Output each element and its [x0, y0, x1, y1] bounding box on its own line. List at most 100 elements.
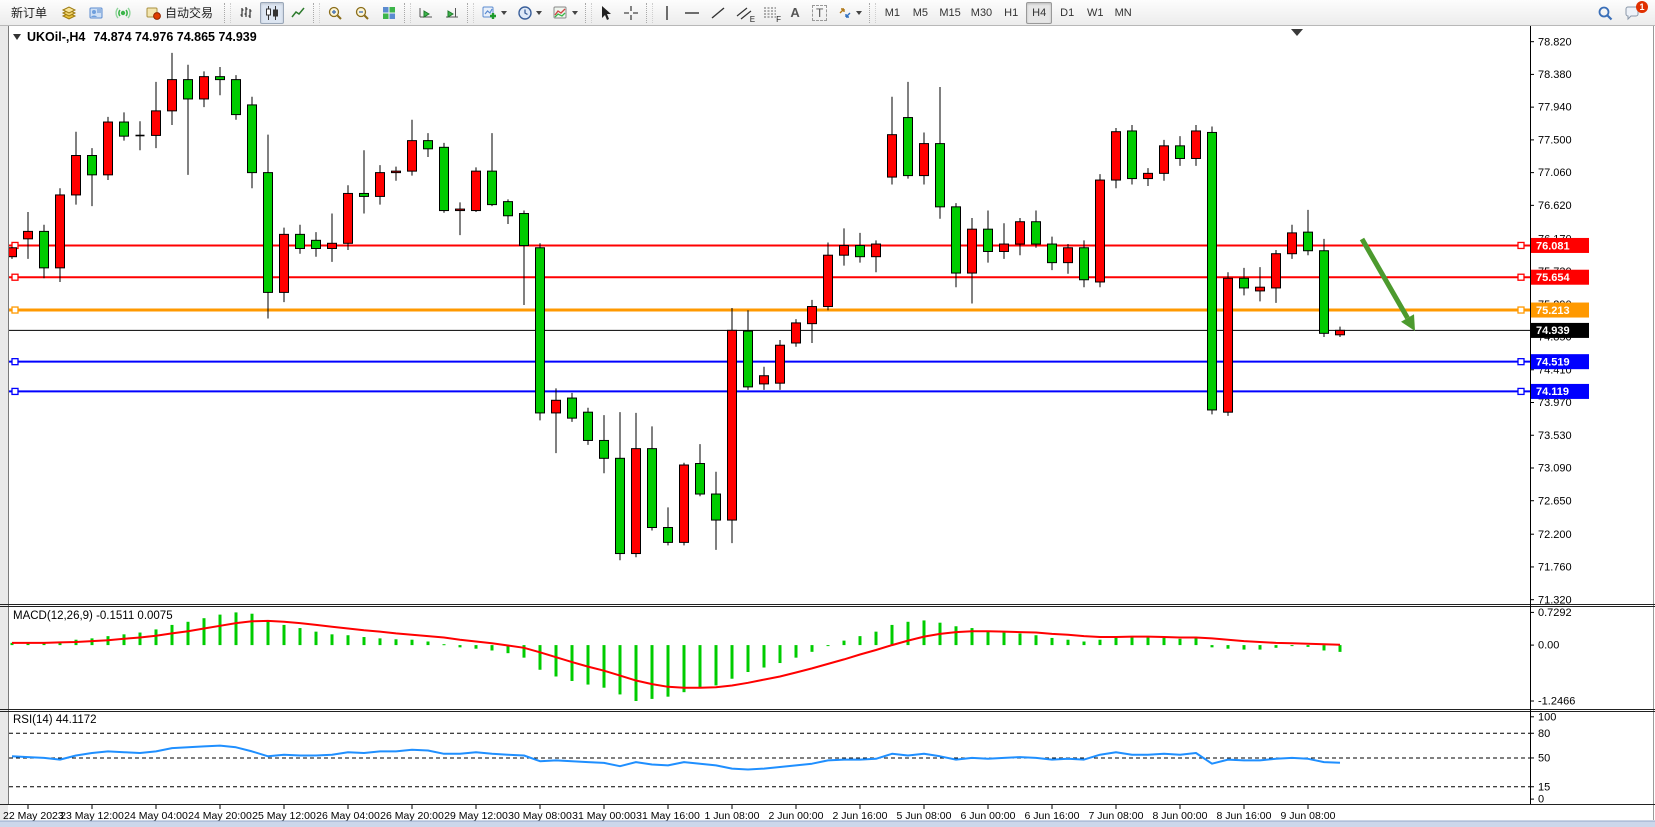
signals-icon[interactable]: [111, 2, 136, 24]
candle-body: [888, 135, 897, 177]
candle-body: [696, 464, 705, 495]
macd-bar: [811, 645, 814, 652]
price-tick-label: 78.820: [1538, 36, 1572, 48]
tf-button-h4[interactable]: H4: [1026, 2, 1052, 24]
text-tool-icon[interactable]: A: [784, 2, 806, 24]
candle-body: [920, 144, 929, 176]
shapes-tool-icon[interactable]: [833, 2, 866, 24]
chart-shift-icon[interactable]: [440, 2, 464, 24]
macd-bar: [1339, 645, 1342, 652]
rsi-tick-label: 100: [1538, 711, 1556, 723]
tf-button-m15[interactable]: M15: [935, 2, 964, 24]
tf-button-m1[interactable]: M1: [879, 2, 905, 24]
tf-button-d1[interactable]: D1: [1054, 2, 1080, 24]
line-chart-icon[interactable]: [286, 2, 310, 24]
candle-body: [1224, 278, 1233, 412]
time-tick-label: 31 May 16:00: [636, 810, 700, 822]
candle-body: [312, 240, 321, 248]
hline-handle: [12, 388, 18, 394]
macd-bar: [763, 645, 766, 667]
period-icon[interactable]: [513, 2, 546, 24]
bar-chart-icon[interactable]: [234, 2, 258, 24]
tf-button-mn[interactable]: MN: [1110, 2, 1136, 24]
candle-body: [504, 202, 513, 216]
tile-windows-icon[interactable]: [377, 2, 401, 24]
macd-bar: [443, 644, 446, 645]
candle-body: [56, 195, 65, 268]
candle-body: [328, 243, 337, 248]
chart-window[interactable]: 78.82078.38077.94077.50077.06076.62076.1…: [0, 26, 1655, 827]
time-tick-label: 1 Jun 08:00: [705, 810, 760, 822]
price-tick-label: 72.650: [1538, 495, 1572, 507]
macd-bar: [1147, 637, 1150, 645]
trendline-tool-icon[interactable]: [706, 2, 730, 24]
zoom-out-icon[interactable]: [350, 2, 375, 24]
candle-body: [296, 234, 305, 248]
label-tool-letter: T: [812, 5, 827, 21]
chart-canvas[interactable]: 78.82078.38077.94077.50077.06076.62076.1…: [0, 26, 1655, 827]
autotrading-button[interactable]: 自动交易: [138, 2, 221, 24]
fibo-letter: F: [776, 15, 781, 24]
candle-body: [1304, 232, 1313, 251]
timeframe-group: M1 M5 M15 M30 H1 H4 D1 W1 MN: [878, 1, 1137, 25]
time-tick-label: 8 Jun 16:00: [1217, 810, 1272, 822]
toolbar-separator: [585, 3, 592, 23]
search-icon[interactable]: [1593, 2, 1618, 24]
time-tick-label: 7 Jun 08:00: [1089, 810, 1144, 822]
macd-bar: [475, 645, 478, 649]
tf-button-w1[interactable]: W1: [1082, 2, 1108, 24]
macd-bar: [1323, 645, 1326, 650]
mt4-terminal: 新订单 自动交易: [0, 0, 1655, 827]
macd-bar: [987, 631, 990, 645]
data-window-icon[interactable]: [84, 2, 109, 24]
zoom-in-icon[interactable]: [323, 2, 348, 24]
macd-bar: [747, 645, 750, 672]
cursor-icon[interactable]: [595, 2, 617, 24]
macd-bar: [187, 622, 190, 645]
vertical-line-tool-icon[interactable]: [656, 2, 678, 24]
candle-body: [712, 494, 721, 520]
new-order-button[interactable]: 新订单: [3, 2, 55, 24]
candle-body: [632, 449, 641, 554]
market-watch-icon[interactable]: [57, 2, 82, 24]
hline-handle: [1518, 307, 1524, 313]
price-tag-74.939: 74.939: [1536, 325, 1570, 337]
hline-handle: [1518, 274, 1524, 280]
equidistant-channel-icon[interactable]: E: [732, 2, 756, 24]
candle-body: [1320, 251, 1329, 334]
candle-body: [1256, 287, 1265, 291]
hline-handle: [12, 274, 18, 280]
notifications-icon[interactable]: 1: [1620, 2, 1646, 24]
text-label-tool-icon[interactable]: T: [808, 2, 831, 24]
price-tick-label: 77.500: [1538, 134, 1572, 146]
new-chart-icon[interactable]: [477, 2, 511, 24]
candle-body: [1048, 244, 1057, 263]
candle-body: [408, 141, 417, 172]
tf-button-m5[interactable]: M5: [907, 2, 933, 24]
candle-body: [1080, 248, 1089, 280]
macd-bar: [1227, 645, 1230, 649]
horizontal-scrollbar[interactable]: [0, 821, 1655, 827]
candle-body: [376, 173, 385, 197]
horizontal-line-tool-icon[interactable]: [680, 2, 704, 24]
time-tick-label: 6 Jun 00:00: [961, 810, 1016, 822]
time-tick-label: 30 May 08:00: [508, 810, 572, 822]
candlestick-chart-icon[interactable]: [260, 2, 284, 24]
symbol-dropdown-icon[interactable]: [13, 34, 21, 40]
candle-body: [792, 323, 801, 343]
macd-bar: [539, 645, 542, 670]
macd-tick-label: 0.7292: [1538, 607, 1572, 619]
tf-button-m30[interactable]: M30: [967, 2, 996, 24]
candle-body: [440, 147, 449, 210]
toolbar-separator: [467, 3, 474, 23]
crosshair-icon[interactable]: [619, 2, 643, 24]
candle-body: [1128, 131, 1137, 179]
templates-icon[interactable]: [548, 2, 582, 24]
price-tick-label: 73.090: [1538, 463, 1572, 475]
macd-bar: [1083, 642, 1086, 646]
auto-scroll-icon[interactable]: [414, 2, 438, 24]
tf-button-h1[interactable]: H1: [998, 2, 1024, 24]
candle-body: [568, 398, 577, 418]
dropdown-caret-icon: [856, 11, 862, 15]
fibonacci-tool-icon[interactable]: F: [758, 2, 782, 24]
